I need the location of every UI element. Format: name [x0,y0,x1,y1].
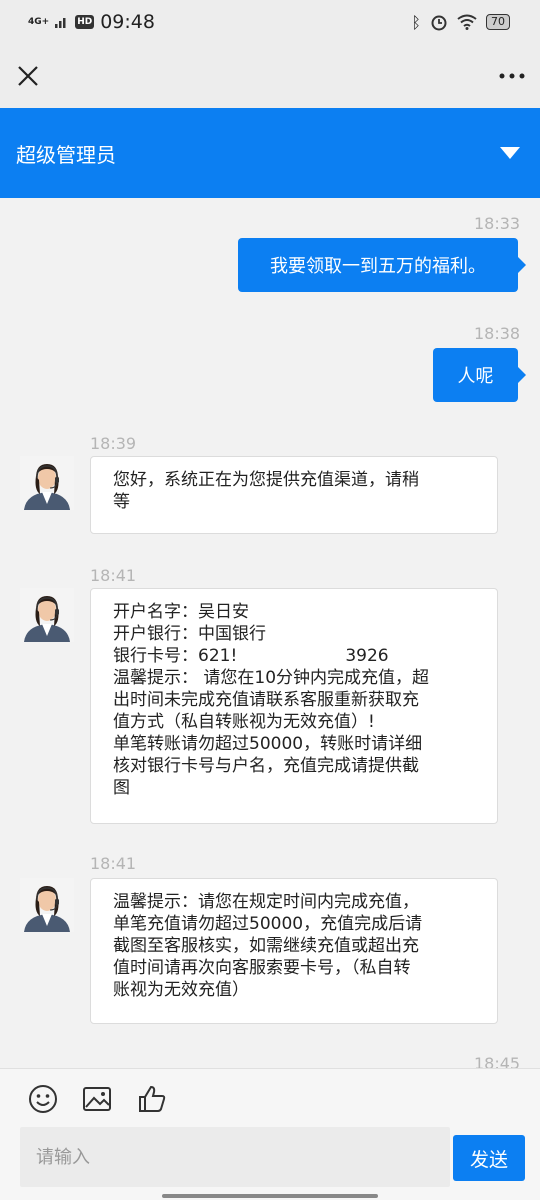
incoming-message[interactable]: 开户名字：吴日安 开户银行：中国银行 银行卡号：621! 3926 温馨提示： … [90,588,498,824]
bluetooth-icon: ᛒ [411,12,421,32]
status-left: 4G+ HD 09:48 [28,11,155,33]
more-icon[interactable] [498,72,526,80]
avatar[interactable] [20,588,74,642]
incoming-message[interactable]: 温馨提示：请您在规定时间内完成充值， 单笔充值请勿超过50000，充值完成后请 … [90,878,498,1024]
close-icon[interactable] [16,64,40,88]
signal-icon [55,18,66,28]
image-icon[interactable] [81,1083,113,1115]
message-list[interactable]: 18:33 我要领取一到五万的福利。 18:38 人呢 18:39 您好，系统正… [0,198,540,1068]
status-time: 09:48 [100,11,155,33]
message-timestamp: 18:45 [474,1054,521,1068]
message-input[interactable] [20,1127,450,1187]
chat-header[interactable]: 超级管理员 [0,108,540,198]
avatar[interactable] [20,456,74,510]
message-timestamp: 18:41 [90,854,137,873]
alarm-icon [431,15,447,31]
chevron-down-icon[interactable] [500,147,520,159]
hd-badge: HD [75,15,95,29]
message-timestamp: 18:39 [90,434,137,453]
input-toolbar: 发送 [0,1068,540,1200]
battery-icon: 70 [486,14,510,30]
message-timestamp: 18:33 [474,214,521,233]
message-timestamp: 18:38 [474,324,521,343]
network-indicator: 4G+ [28,16,50,27]
send-button[interactable]: 发送 [453,1135,525,1181]
chat-title: 超级管理员 [16,142,116,167]
nav-bar [0,44,540,108]
thumbs-up-icon[interactable] [136,1083,168,1115]
wifi-icon [457,14,477,30]
outgoing-message[interactable]: 我要领取一到五万的福利。 [238,238,526,292]
agent-avatar-icon [20,878,74,932]
agent-avatar-icon [20,588,74,642]
avatar[interactable] [20,878,74,932]
emoji-icon[interactable] [27,1083,59,1115]
message-timestamp: 18:41 [90,566,137,585]
home-indicator[interactable] [162,1194,378,1198]
agent-avatar-icon [20,456,74,510]
outgoing-message[interactable]: 人呢 [433,348,526,402]
status-bar: 4G+ HD 09:48 ᛒ 70 [0,0,540,44]
incoming-message[interactable]: 您好，系统正在为您提供充值渠道，请稍 等 [90,456,498,534]
status-right: ᛒ 70 [411,13,510,32]
